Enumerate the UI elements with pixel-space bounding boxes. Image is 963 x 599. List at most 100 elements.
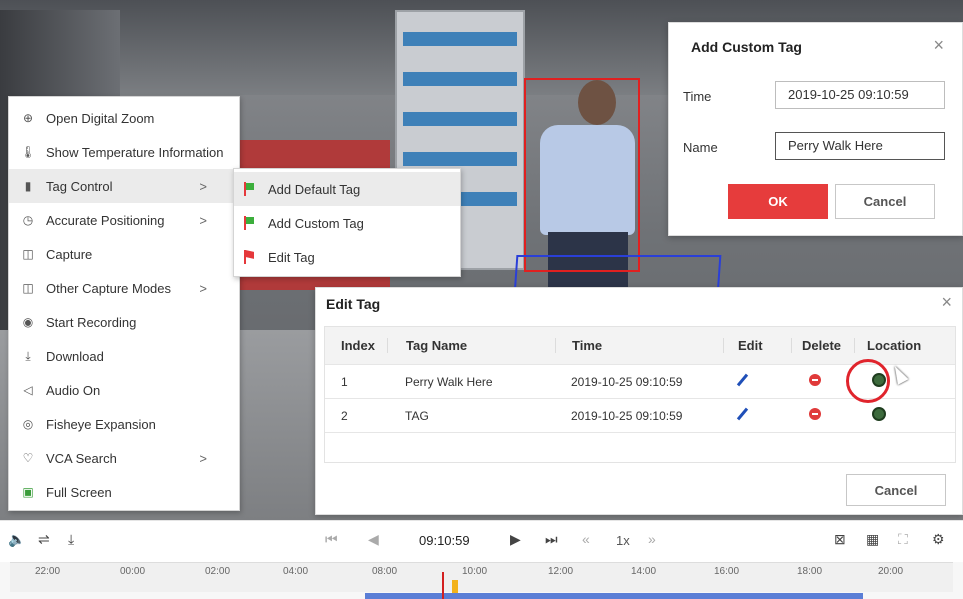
submenu-item-add-default-tag[interactable]: Add Default Tag [234, 172, 460, 206]
speaker-icon[interactable]: 🔈 [8, 531, 25, 548]
timeline-tick: 08:00 [372, 566, 398, 577]
timeline-tick: 14:00 [631, 566, 657, 577]
record-icon: ◉ [22, 315, 34, 329]
timeline-tick: 12:00 [548, 566, 574, 577]
frame-back-icon[interactable]: ⏮ [325, 531, 338, 548]
name-label: Name [683, 140, 718, 155]
download-icon[interactable]: ⤓ [68, 531, 74, 548]
cell-index: 1 [341, 374, 348, 389]
layout-icon[interactable]: ▦ [866, 531, 879, 548]
timeline-tick: 18:00 [797, 566, 823, 577]
fisheye-icon: ◎ [22, 417, 34, 431]
menu-item-start-recording[interactable]: ◉ Start Recording [9, 305, 239, 339]
pencil-icon[interactable] [736, 373, 749, 387]
timeline-tick: 02:00 [205, 566, 231, 577]
vca-target-box [524, 78, 640, 272]
column-header-edit: Edit [723, 338, 791, 353]
menu-item-label: Capture [46, 246, 93, 262]
menu-item-tag-control[interactable]: ▮ Tag Control > [9, 169, 239, 203]
table-empty-row [325, 432, 955, 462]
playback-speed: 1x [616, 533, 630, 548]
locate-icon[interactable] [872, 407, 886, 421]
column-header-delete: Delete [791, 338, 854, 353]
menu-item-show-temperature[interactable]: 🌡 Show Temperature Information [9, 135, 239, 169]
recording-segment [365, 593, 863, 599]
menu-item-label: Download [46, 348, 104, 364]
menu-item-open-digital-zoom[interactable]: ⊕ Open Digital Zoom [9, 101, 239, 135]
slow-icon[interactable]: « [582, 531, 590, 547]
menu-item-label: Accurate Positioning [46, 212, 165, 228]
submenu-item-label: Add Custom Tag [268, 215, 364, 231]
bulb-icon: ♡ [22, 451, 34, 465]
cancel-button[interactable]: Cancel [835, 184, 935, 219]
playhead[interactable] [442, 572, 444, 599]
menu-item-vca-search[interactable]: ♡ VCA Search > [9, 441, 239, 475]
ok-button[interactable]: OK [728, 184, 828, 219]
zoom-icon: ⊕ [22, 111, 34, 125]
bookmark-icon: ▮ [24, 179, 32, 193]
timeline-tick: 16:00 [714, 566, 740, 577]
flag-icon [244, 182, 256, 196]
submenu-item-add-custom-tag[interactable]: Add Custom Tag [234, 206, 460, 240]
menu-item-audio-on[interactable]: ◁ Audio On [9, 373, 239, 407]
timeline-tick: 04:00 [283, 566, 309, 577]
menu-item-label: Show Temperature Information [46, 144, 224, 160]
name-field[interactable]: Perry Walk Here [775, 132, 945, 160]
menu-item-label: Fisheye Expansion [46, 416, 156, 432]
playback-time: 09:10:59 [419, 533, 470, 548]
dialog-title: Add Custom Tag [691, 39, 802, 55]
cell-location [854, 407, 944, 424]
cancel-button[interactable]: Cancel [846, 474, 946, 506]
submenu-item-edit-tag[interactable]: Edit Tag [234, 240, 460, 274]
menu-item-other-capture-modes[interactable]: ◫ Other Capture Modes > [9, 271, 239, 305]
table-row[interactable]: 2 TAG 2019-10-25 09:10:59 [325, 398, 955, 432]
timeline-tick: 00:00 [120, 566, 146, 577]
column-header-index: Index [341, 338, 375, 353]
step-forward-icon[interactable]: ⏭ [545, 531, 558, 548]
cell-tag-name: TAG [405, 408, 429, 423]
table-header: Index Tag Name Time Edit Delete Location [325, 327, 955, 364]
play-icon[interactable]: ▶ [510, 531, 521, 548]
fullscreen-icon: ▣ [22, 485, 34, 499]
close-icon[interactable]: × [941, 292, 952, 313]
time-label: Time [683, 89, 712, 104]
fullscreen-icon[interactable]: ⛶ [898, 531, 908, 548]
timeline[interactable]: 22:00 00:00 02:00 04:00 08:00 10:00 12:0… [0, 562, 963, 599]
time-field[interactable]: 2019-10-25 09:10:59 [775, 81, 945, 109]
delete-icon[interactable] [809, 374, 821, 386]
pencil-icon[interactable] [736, 407, 749, 421]
camera-icon: ◫ [22, 247, 34, 261]
timeline-tick: 10:00 [462, 566, 488, 577]
chevron-right-icon: > [199, 178, 207, 194]
timer-icon: ◷ [22, 213, 34, 227]
tag-control-submenu: Add Default Tag Add Custom Tag Edit Tag [233, 168, 461, 277]
close-icon[interactable]: × [933, 35, 944, 56]
menu-item-fisheye-expansion[interactable]: ◎ Fisheye Expansion [9, 407, 239, 441]
close-window-icon[interactable]: ⊠ [834, 531, 846, 548]
menu-item-accurate-positioning[interactable]: ◷ Accurate Positioning > [9, 203, 239, 237]
cell-edit [723, 373, 791, 390]
column-header-location: Location [854, 338, 944, 353]
menu-item-download[interactable]: ⤓ Download [9, 339, 239, 373]
submenu-item-label: Add Default Tag [268, 181, 361, 197]
adjust-icon[interactable]: ⇌ [38, 531, 50, 548]
delete-icon[interactable] [809, 408, 821, 420]
menu-item-label: Audio On [46, 382, 101, 398]
fast-icon[interactable]: » [648, 531, 656, 547]
flag-edit-icon [244, 250, 256, 264]
column-header-time: Time [555, 338, 723, 353]
tag-marker[interactable] [452, 580, 458, 593]
menu-item-label: Start Recording [46, 314, 137, 330]
settings-icon[interactable]: ⚙ [932, 531, 945, 548]
step-back-icon[interactable]: ◀ [368, 531, 379, 548]
speaker-muted-icon: ◁ [23, 383, 33, 397]
menu-item-full-screen[interactable]: ▣ Full Screen [9, 475, 239, 509]
column-header-tag-name: Tag Name [387, 338, 555, 353]
menu-item-capture[interactable]: ◫ Capture [9, 237, 239, 271]
menu-item-label: Full Screen [46, 484, 112, 500]
cell-index: 2 [341, 408, 348, 423]
playback-toolbar: 🔈 ⇌ ⤓ ⏮ ◀ 09:10:59 ▶ ⏭ « 1x » ⊠ ▦ ⛶ ⚙ [0, 520, 963, 562]
add-custom-tag-dialog: Add Custom Tag × Time 2019-10-25 09:10:5… [668, 22, 963, 236]
cell-edit [723, 407, 791, 424]
menu-item-label: Open Digital Zoom [46, 110, 155, 126]
